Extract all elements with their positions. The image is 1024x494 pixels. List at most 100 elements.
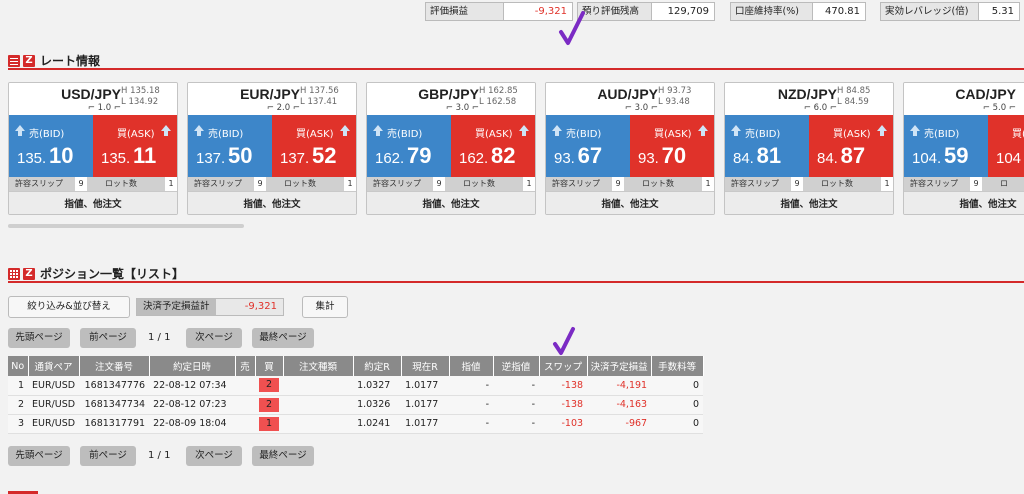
- slippage-value[interactable]: 9: [791, 177, 803, 191]
- menu-icon[interactable]: [8, 54, 20, 67]
- col-stop[interactable]: 逆指値: [493, 356, 540, 376]
- cell-sell: [235, 376, 256, 396]
- col-exec-rate[interactable]: 約定R: [353, 356, 402, 376]
- slippage-value[interactable]: 9: [254, 177, 266, 191]
- limit-order-button[interactable]: 指値、他注文: [725, 191, 893, 214]
- last-page-button[interactable]: 最終ページ: [252, 328, 314, 348]
- cell-type: [283, 376, 354, 396]
- bid-button[interactable]: 売(BID) 104. 59: [904, 115, 988, 177]
- col-sell[interactable]: 売: [235, 356, 256, 376]
- col-order-type[interactable]: 注文種類: [283, 356, 354, 376]
- high-low: H 162.85 L 162.58: [479, 86, 531, 108]
- cards-scrollbar[interactable]: [8, 224, 244, 228]
- ask-price-prefix: 162.: [459, 150, 489, 167]
- arrow-up-icon: [698, 125, 708, 136]
- lot-value[interactable]: 1: [165, 177, 177, 191]
- bid-price-prefix: 93.: [554, 150, 575, 167]
- slippage-value[interactable]: 9: [612, 177, 624, 191]
- first-page-button[interactable]: 先頭ページ: [8, 446, 70, 466]
- card-header: NZD/JPY H 84.85 L 84.59 ⌐ 6.0 ⌐: [725, 83, 893, 115]
- high-low: H 137.56 L 137.41: [300, 86, 352, 108]
- col-swap[interactable]: スワップ: [539, 356, 588, 376]
- low-price: L 162.58: [479, 97, 517, 107]
- col-fee[interactable]: 手数料等: [651, 356, 704, 376]
- col-settle-pnl[interactable]: 決済予定損益: [587, 356, 652, 376]
- ask-button[interactable]: 買(ASK) 135. 11: [93, 115, 177, 177]
- slippage-lot-row: 許容スリップ 9 ロット数 1: [367, 177, 535, 191]
- spread: ⌐ 3.0 ⌐: [624, 103, 658, 113]
- cell-limit: -: [449, 395, 494, 415]
- bid-button[interactable]: 売(BID) 93. 67: [546, 115, 630, 177]
- cell-rate: 1.0241: [353, 414, 402, 434]
- high-low: H 135.18 L 134.92: [121, 86, 173, 108]
- limit-order-button[interactable]: 指値、他注文: [188, 191, 356, 214]
- lot-value[interactable]: 1: [702, 177, 714, 191]
- bid-button[interactable]: 売(BID) 137. 50: [188, 115, 272, 177]
- limit-order-button[interactable]: 指値、他注文: [9, 191, 177, 214]
- positions-table: No 通貨ペア 注文番号 約定日時 売 買 注文種類 約定R 現在R 指値 逆指…: [8, 356, 704, 434]
- ask-price: 135. 11: [101, 143, 156, 169]
- slippage-lot-row: 許容スリップ 9 ロット数 1: [188, 177, 356, 191]
- lot-value[interactable]: 1: [344, 177, 356, 191]
- section-divider: [8, 68, 1024, 70]
- bid-button[interactable]: 売(BID) 162. 79: [367, 115, 451, 177]
- limit-order-button[interactable]: 指値、他注文: [546, 191, 714, 214]
- ask-button[interactable]: 買(ASK) 137. 52: [272, 115, 356, 177]
- card-header: AUD/JPY H 93.73 L 93.48 ⌐ 3.0 ⌐: [546, 83, 714, 115]
- bid-price-prefix: 104.: [912, 150, 942, 167]
- prev-page-button[interactable]: 前ページ: [80, 446, 136, 466]
- arrow-up-icon: [877, 125, 887, 136]
- col-order-no[interactable]: 注文番号: [79, 356, 150, 376]
- ask-button[interactable]: 買(ASK) 104: [988, 115, 1024, 177]
- prev-page-button[interactable]: 前ページ: [80, 328, 136, 348]
- slippage-label: 許容スリップ: [367, 177, 433, 191]
- next-page-button[interactable]: 次ページ: [186, 446, 242, 466]
- ask-button[interactable]: 買(ASK) 93. 70: [630, 115, 714, 177]
- high-price: H 93.73: [658, 86, 692, 96]
- ask-button[interactable]: 買(ASK) 84. 87: [809, 115, 893, 177]
- col-exec-time[interactable]: 約定日時: [149, 356, 236, 376]
- lot-label: ロ: [982, 177, 1024, 191]
- next-page-button[interactable]: 次ページ: [186, 328, 242, 348]
- ask-button[interactable]: 買(ASK) 162. 82: [451, 115, 535, 177]
- position-section-header: Z ポジション一覧【リスト】: [8, 265, 184, 282]
- spread-value: 2.0: [276, 103, 291, 113]
- bid-button[interactable]: 売(BID) 84. 81: [725, 115, 809, 177]
- col-limit[interactable]: 指値: [449, 356, 494, 376]
- last-page-button[interactable]: 最終ページ: [252, 446, 314, 466]
- col-no[interactable]: No: [8, 356, 29, 376]
- ask-price: 93. 70: [638, 143, 686, 169]
- table-row[interactable]: 2 EUR/USD 1681347734 22-08-12 07:23 2 1.0326 1…: [8, 395, 704, 415]
- limit-order-button[interactable]: 指値、他注文: [367, 191, 535, 214]
- grid-icon[interactable]: [8, 267, 20, 280]
- slippage-lot-row: 許容スリップ 9 ロット数 1: [725, 177, 893, 191]
- lot-value[interactable]: 1: [523, 177, 535, 191]
- col-current-rate[interactable]: 現在R: [401, 356, 450, 376]
- aggregate-button[interactable]: 集計: [302, 296, 348, 318]
- limit-order-button[interactable]: 指値、他注文: [904, 191, 1024, 214]
- spread-value: 5.0: [992, 103, 1007, 113]
- first-page-button[interactable]: 先頭ページ: [8, 328, 70, 348]
- cell-date: 22-08-12 07:23: [149, 395, 236, 415]
- currency-pair: NZD/JPY: [777, 86, 837, 102]
- col-pair[interactable]: 通貨ペア: [28, 356, 80, 376]
- slippage-value[interactable]: 9: [970, 177, 982, 191]
- ask-price-prefix: 135.: [101, 150, 131, 167]
- lot-value[interactable]: 1: [881, 177, 893, 191]
- bid-price-prefix: 137.: [196, 150, 226, 167]
- table-row[interactable]: 1 EUR/USD 1681347776 22-08-12 07:34 2 1.0327 1…: [8, 376, 704, 396]
- slippage-value[interactable]: 9: [433, 177, 445, 191]
- position-section-title: ポジション一覧【リスト】: [40, 267, 185, 281]
- ask-label: 買(ASK): [296, 129, 334, 140]
- bid-button[interactable]: 売(BID) 135. 10: [9, 115, 93, 177]
- cell-no: 1: [8, 376, 28, 396]
- slippage-value[interactable]: 9: [75, 177, 87, 191]
- col-buy[interactable]: 買: [255, 356, 284, 376]
- rate-cards-strip: USD/JPY H 135.18 L 134.92 ⌐ 1.0 ⌐ 売(BID) 135.…: [8, 82, 1024, 216]
- cell-current: 1.0177: [401, 414, 450, 434]
- cell-pair: EUR/USD: [28, 395, 80, 415]
- filter-sort-button[interactable]: 絞り込み&並び替え: [8, 296, 130, 318]
- cell-pair: EUR/USD: [28, 414, 80, 434]
- stat-label: 預り評価残高: [578, 3, 652, 20]
- table-row[interactable]: 3 EUR/USD 1681317791 22-08-09 18:04 1 1.0241 1…: [8, 414, 704, 434]
